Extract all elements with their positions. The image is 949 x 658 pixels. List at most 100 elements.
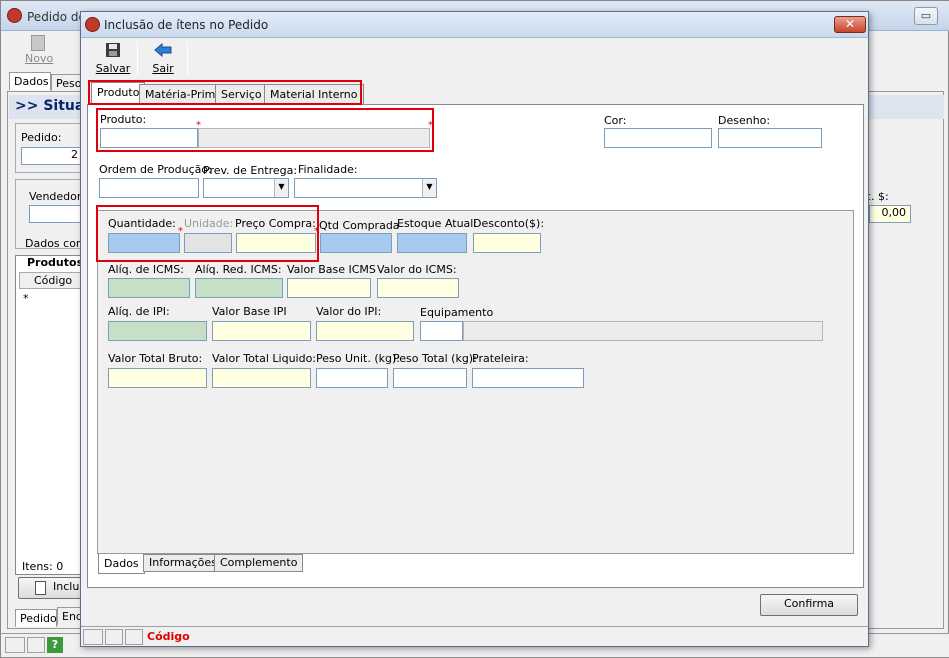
sair-button[interactable]: Sair — [143, 42, 183, 76]
aliq-ipi-input — [108, 321, 207, 341]
unidade-input — [184, 233, 232, 253]
dialog-title: Inclusão de ítens no Pedido — [104, 18, 269, 32]
dialog-status-bar — [81, 626, 868, 646]
aliq-icms-input — [108, 278, 190, 298]
grid-header-codigo[interactable]: Código — [34, 274, 72, 287]
aliq-red-icms-input — [195, 278, 283, 298]
vendedor-field[interactable] — [29, 205, 81, 223]
produtos-label: Produtos — [27, 256, 84, 269]
quantidade-input[interactable] — [108, 233, 180, 253]
peso-unit-label: Peso Unit. (kg): — [316, 352, 400, 365]
bg-tab-pedido[interactable]: Pedido — [15, 609, 57, 627]
status-cell — [5, 637, 25, 653]
unidade-label: Unidade: — [184, 217, 234, 230]
peso-unit-input[interactable] — [316, 368, 388, 388]
prev-entrega-select[interactable]: ▼ — [203, 178, 289, 198]
ordem-producao-label: Ordem de Produção: — [99, 163, 212, 176]
status-cell — [125, 629, 143, 645]
prateleira-label: Prateleira: — [472, 352, 529, 365]
equipamento-label: Equipamento — [420, 306, 494, 319]
desconto-label: Desconto($): — [473, 217, 545, 230]
qtd-comprada-label: Qtd Comprada — [319, 219, 400, 232]
produto-code-input[interactable] — [100, 128, 198, 148]
cor-input[interactable] — [604, 128, 712, 148]
tab-complemento[interactable]: Complemento — [214, 554, 304, 572]
tab-informacoes[interactable]: Informações — [143, 554, 223, 572]
preco-compra-label: Preço Compra: — [235, 217, 316, 230]
prev-entrega-label: Prev. de Entrega: — [203, 164, 298, 177]
aliq-red-icms-label: Alíq. Red. ICMS: — [195, 263, 282, 276]
combo-arrow-icon[interactable]: ▼ — [274, 179, 288, 197]
minimize-icon[interactable]: ▭ — [914, 7, 938, 25]
valor-base-icms-input[interactable] — [287, 278, 371, 298]
floppy-disk-icon — [106, 43, 120, 57]
prateleira-input[interactable] — [472, 368, 584, 388]
salvar-label: Salvar — [95, 62, 131, 75]
valor-total-bruto-label: Valor Total Bruto: — [108, 352, 203, 365]
pedido-label: Pedido: — [21, 131, 62, 144]
close-icon[interactable]: ✕ — [834, 16, 866, 33]
tab-dados[interactable]: Dados — [98, 554, 145, 574]
novo-button[interactable]: Novo — [25, 52, 53, 65]
bg-tab-dados[interactable]: Dados — [9, 72, 51, 90]
peso-total-label: Peso Total (kg): — [393, 352, 477, 365]
document-icon — [35, 581, 46, 595]
valor-total-liquido-label: Valor Total Liquido: — [212, 352, 317, 365]
produto-description-input — [198, 128, 430, 148]
peso-total-input[interactable] — [393, 368, 467, 388]
quantidade-label: Quantidade: — [108, 217, 176, 230]
grid-row-marker: * — [23, 292, 29, 305]
desenho-input[interactable] — [718, 128, 822, 148]
valor-ipi-label: Valor do IPI: — [316, 305, 382, 318]
status-cell — [105, 629, 123, 645]
valor-total-liquido-input[interactable] — [212, 368, 311, 388]
status-cell — [27, 637, 45, 653]
right-value-field[interactable]: 0,00 — [869, 205, 911, 223]
valor-ipi-input[interactable] — [316, 321, 414, 341]
inclusao-dialog: Inclusão de ítens no Pedido ✕ Salvar Sai… — [80, 11, 869, 647]
tabs-highlight-box — [88, 80, 362, 105]
desconto-input[interactable] — [473, 233, 541, 253]
combo-arrow-icon[interactable]: ▼ — [422, 179, 436, 197]
valor-icms-label: Valor do ICMS: — [377, 263, 457, 276]
salvar-button[interactable]: Salvar — [93, 42, 133, 76]
dialog-title-bar: Inclusão de ítens no Pedido ✕ — [81, 12, 868, 38]
finalidade-select[interactable]: ▼ — [294, 178, 437, 198]
incluir-button[interactable]: Incluir — [18, 577, 87, 599]
desenho-label: Desenho: — [718, 114, 771, 127]
qtd-comprada-input — [320, 233, 392, 253]
background-window-title: Pedido de — [27, 10, 86, 24]
confirma-button[interactable]: Confirma — [760, 594, 858, 616]
equipamento-code-input[interactable] — [420, 321, 463, 341]
required-mark: * — [428, 120, 433, 131]
help-icon[interactable]: ? — [47, 637, 63, 653]
toolbar-separator — [187, 42, 188, 76]
estoque-atual-input — [397, 233, 467, 253]
aliq-icms-label: Alíq. de ICMS: — [108, 263, 184, 276]
app-icon — [85, 17, 100, 32]
dados-com-label: Dados com — [25, 237, 87, 250]
ordem-producao-input[interactable] — [99, 178, 199, 198]
bg-tab-peso[interactable]: Peso — [51, 74, 83, 92]
vendedor-label: Vendedor — [29, 190, 82, 203]
valor-base-ipi-label: Valor Base IPI — [212, 305, 287, 318]
produto-label: Produto: — [100, 113, 147, 126]
sair-label: Sair — [152, 62, 174, 75]
aliq-ipi-label: Alíq. de IPI: — [108, 305, 170, 318]
equipamento-description-input — [463, 321, 823, 341]
required-mark: * — [178, 226, 183, 237]
valor-total-bruto-input[interactable] — [108, 368, 207, 388]
cor-label: Cor: — [604, 114, 627, 127]
valor-icms-input[interactable] — [377, 278, 459, 298]
itens-count: Itens: 0 — [22, 560, 64, 573]
back-arrow-icon — [154, 42, 172, 58]
status-cell — [83, 629, 103, 645]
pedido-field[interactable]: 2 — [21, 147, 83, 165]
status-field-name: Código — [147, 630, 190, 643]
new-document-icon[interactable] — [31, 35, 45, 51]
valor-base-ipi-input[interactable] — [212, 321, 311, 341]
valor-base-icms-label: Valor Base ICMS — [287, 263, 376, 276]
preco-compra-input[interactable] — [236, 233, 316, 253]
app-icon — [7, 8, 22, 23]
estoque-atual-label: Estoque Atual: — [397, 217, 478, 230]
